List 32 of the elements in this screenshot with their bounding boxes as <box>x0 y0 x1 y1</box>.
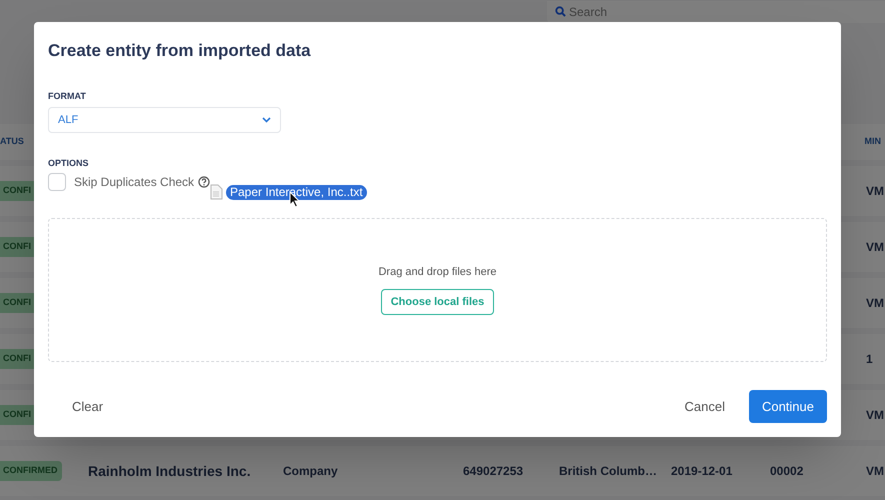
section-label: OPTIONS <box>48 157 90 170</box>
table-cell-text: VM <box>866 183 885 200</box>
table-cell-text: VM <box>866 407 885 424</box>
field-label: FORMAT <box>48 90 87 102</box>
table-cell-text: 2019-12-01 <box>671 463 734 480</box>
drop-zone[interactable]: Drag and drop files here Choose local files <box>48 218 827 362</box>
table-cell-text: 649027253 <box>463 463 524 480</box>
table-cell-text: 1 <box>866 351 874 368</box>
search-icon <box>555 6 566 17</box>
table-cell-text: Rainholm Industries Inc. <box>88 462 252 480</box>
table-cell-text: 00002 <box>770 463 804 480</box>
table-cell-text: Company <box>283 463 339 480</box>
search-field[interactable]: Search <box>547 1 885 23</box>
column-header: MIN <box>864 135 881 148</box>
help-icon[interactable] <box>198 176 210 188</box>
format-dropdown[interactable]: ALF <box>48 107 281 133</box>
continue-button[interactable]: Continue <box>748 390 827 423</box>
checkbox-label: Skip Duplicates Check <box>74 174 194 190</box>
text-button[interactable]: Cancel <box>672 390 737 423</box>
table-cell-text: VM <box>866 295 885 312</box>
table-cell-text: VM <box>866 463 885 480</box>
status-badge: CONFIRMED <box>0 461 62 481</box>
column-header: ATUS <box>0 135 24 148</box>
chevron-down-icon <box>262 117 271 123</box>
checkbox[interactable] <box>48 172 66 190</box>
dropzone-text: Drag and drop files here <box>378 264 496 280</box>
text-button[interactable]: Clear <box>60 390 116 423</box>
table-cell-text: VM <box>866 239 885 256</box>
table-cell-text: British Columb… <box>559 463 658 480</box>
dragged-file-label: Paper Interactive, Inc..txt <box>226 184 367 200</box>
document-icon <box>210 184 223 200</box>
dialog-title: Create entity from imported data <box>48 40 312 62</box>
